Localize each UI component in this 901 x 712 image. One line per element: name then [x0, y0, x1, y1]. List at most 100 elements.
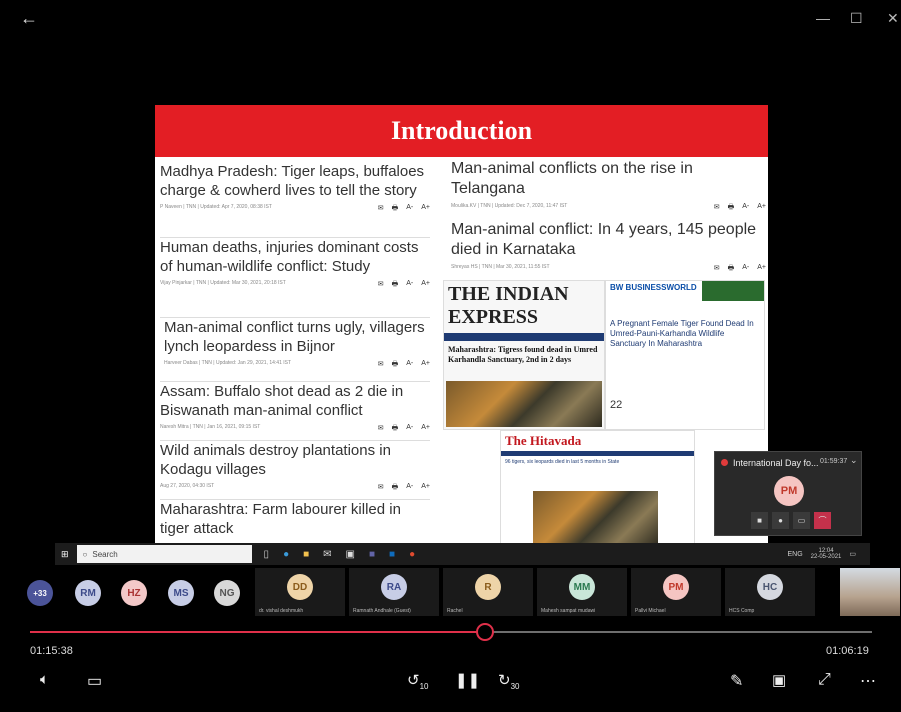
slide-header: Introduction — [155, 105, 768, 157]
print-icon: 🖶 — [391, 425, 399, 432]
minimize-icon[interactable]: — — [816, 10, 830, 26]
indian-express-clipping: THE INDIAN EXPRESS Maharashtra: Tigress … — [443, 280, 605, 430]
article-item: Maharashtra: Farm labourer killed in tig… — [160, 499, 430, 538]
font-increase-icon: A+ — [421, 424, 430, 431]
mail-icon: ✉ — [377, 205, 384, 212]
font-increase-icon: A+ — [421, 483, 430, 490]
article-headline: Human deaths, injuries dominant costs of… — [160, 239, 419, 275]
article-headline: Madhya Pradesh: Tiger leaps, buffaloes c… — [160, 163, 425, 199]
hang-up-button[interactable]: ⌒ — [814, 512, 831, 529]
article-item: Man-animal conflict turns ugly, villager… — [160, 317, 430, 371]
indian-express-logo: THE INDIAN EXPRESS — [448, 283, 569, 328]
font-decrease-icon: A- — [406, 280, 414, 287]
font-decrease-icon: A- — [742, 203, 750, 210]
chrome-icon: ● — [409, 548, 416, 560]
windows-start-icon: ⊞ — [61, 548, 69, 559]
article-item: Wild animals destroy plantations in Koda… — [160, 440, 430, 494]
taskbar-apps: ▯ ● ■ ✉ ▣ ■ ■ ● — [264, 549, 416, 560]
mail-icon: ✉ — [377, 281, 384, 288]
font-increase-icon: A+ — [421, 204, 430, 211]
overflow-participants-badge[interactable]: +33 — [27, 580, 53, 606]
close-icon[interactable]: ✕ — [887, 10, 899, 27]
tray-clock: 12:04 22-05-2021 — [810, 548, 842, 560]
share-screen-icon[interactable]: ▭ — [793, 512, 810, 529]
more-options-icon[interactable]: ⋯ — [860, 671, 876, 691]
hitavada-clipping: The Hitavada 96 tigers, six leopards die… — [500, 430, 695, 545]
seek-handle[interactable] — [476, 623, 494, 641]
tray-lang: ENG — [787, 550, 803, 558]
font-decrease-icon: A- — [742, 264, 750, 271]
article-meta: Vijay Pinjarkar | TNN | Updated: Mar 30,… — [160, 280, 430, 291]
print-icon: 🖶 — [391, 281, 399, 288]
font-decrease-icon: A- — [406, 424, 414, 431]
meeting-mini-window[interactable]: International Day fo... 01:59:37 ⌄ PM ■ … — [714, 451, 862, 536]
article-meta: Aug 27, 2020, 04:30 IST ✉ 🖶 A- A+ — [160, 483, 430, 494]
tiger-photo — [446, 381, 602, 427]
chevron-down-icon[interactable]: ⌄ — [850, 455, 858, 466]
windows-taskbar: ⊞ ○ Search ▯ ● ■ ✉ ▣ ■ ■ ● ENG 12:04 22-… — [55, 543, 870, 565]
share-icons: ✉ 🖶 A- A+ — [378, 360, 430, 371]
participant-avatar: RM — [75, 580, 101, 606]
participant-name: Rachel — [447, 608, 463, 614]
mail-icon: ✉ — [713, 204, 720, 211]
article-meta: Shreyas HS | TNN | Mar 30, 2021, 11:55 I… — [451, 264, 766, 275]
font-increase-icon: A+ — [421, 280, 430, 287]
participant-avatar: MM — [569, 574, 595, 600]
participant-tile: R Rachel — [443, 568, 533, 616]
businessworld-clipping: BW BUSINESSWORLD A Pregnant Female Tiger… — [605, 280, 765, 430]
outlook-icon: ■ — [389, 548, 396, 560]
participant-avatar: NG — [214, 580, 240, 606]
mail-icon: ✉ — [323, 548, 332, 560]
microphone-icon[interactable]: ● — [772, 512, 789, 529]
forward-30-button[interactable]: ↻30 — [498, 671, 519, 691]
article-item: Man-animal conflict: In 4 years, 145 peo… — [451, 220, 766, 275]
participant-tile: MM Mahesh sampat mudawi — [537, 568, 627, 616]
share-icons: ✉ 🖶 A- A+ — [378, 483, 430, 494]
article-headline: Assam: Buffalo shot dead as 2 die in Bis… — [160, 383, 404, 419]
forward-label: 30 — [510, 682, 520, 691]
font-decrease-icon: A- — [406, 360, 414, 367]
captions-icon[interactable]: ▭ — [87, 671, 102, 691]
rewind-label: 10 — [419, 682, 429, 691]
seek-bar[interactable] — [30, 623, 872, 641]
store-icon: ▣ — [345, 548, 355, 560]
article-meta: Harveer Dabas | TNN | Updated: Jan 29, 2… — [164, 360, 430, 371]
remaining-time: 01:06:19 — [826, 645, 869, 657]
clipping-headline: A Pregnant Female Tiger Found Dead In Um… — [610, 319, 754, 348]
article-headline: Maharashtra: Farm labourer killed in tig… — [160, 501, 401, 537]
participant-avatar: RA — [381, 574, 407, 600]
rewind-10-button[interactable]: ↺10 — [407, 671, 428, 691]
meeting-title: International Day fo... — [733, 458, 819, 468]
participant-tile: PM Pallvi Michael — [631, 568, 721, 616]
print-icon: 🖶 — [727, 265, 735, 272]
maximize-icon[interactable]: ☐ — [850, 10, 863, 27]
shared-slide: Introduction Madhya Pradesh: Tiger leaps… — [155, 105, 768, 545]
participant-avatar: MS — [168, 580, 194, 606]
article-meta: Naresh Mitra | TNN | Jan 16, 2021, 09:15… — [160, 424, 430, 435]
participant-name: Ramnath Andhale (Guest) — [353, 608, 411, 614]
font-increase-icon: A+ — [421, 360, 430, 367]
participant-name: dr. vishal deshmukh — [259, 608, 304, 614]
font-decrease-icon: A- — [406, 483, 414, 490]
pause-button[interactable]: ❚❚ — [455, 671, 480, 689]
clipping-headline: Maharashtra: Tigress found dead in Umred… — [448, 345, 598, 364]
article-headline: Man-animal conflicts on the rise in Tela… — [451, 160, 693, 197]
volume-icon[interactable]: 🔈︎ — [40, 671, 49, 688]
pen-icon[interactable]: ✎ — [730, 671, 743, 691]
back-arrow-icon[interactable]: ← — [20, 8, 38, 29]
elapsed-time: 01:15:38 — [30, 645, 73, 657]
article-item: Assam: Buffalo shot dead as 2 die in Bis… — [160, 381, 430, 435]
clipping-headline: 96 tigers, six leopards died in last 5 m… — [505, 459, 620, 465]
camera-icon[interactable]: ■ — [751, 512, 768, 529]
fullscreen-icon[interactable]: ⤢ — [818, 671, 831, 689]
taskbar-search: ○ Search — [76, 545, 252, 563]
mail-icon: ✉ — [377, 484, 384, 491]
article-meta: Moulika.KV | TNN | Updated: Dec 7, 2020,… — [451, 203, 766, 214]
system-tray: ENG 12:04 22-05-2021 ▭ — [788, 548, 871, 560]
clipping-date: 22 — [610, 399, 623, 411]
share-icons: ✉ 🖶 A- A+ — [378, 280, 430, 291]
search-icon: ○ — [82, 549, 88, 559]
mini-player-icon[interactable]: ▣ — [772, 671, 786, 689]
self-video-thumbnail — [840, 568, 900, 616]
ad-banner — [702, 281, 764, 301]
